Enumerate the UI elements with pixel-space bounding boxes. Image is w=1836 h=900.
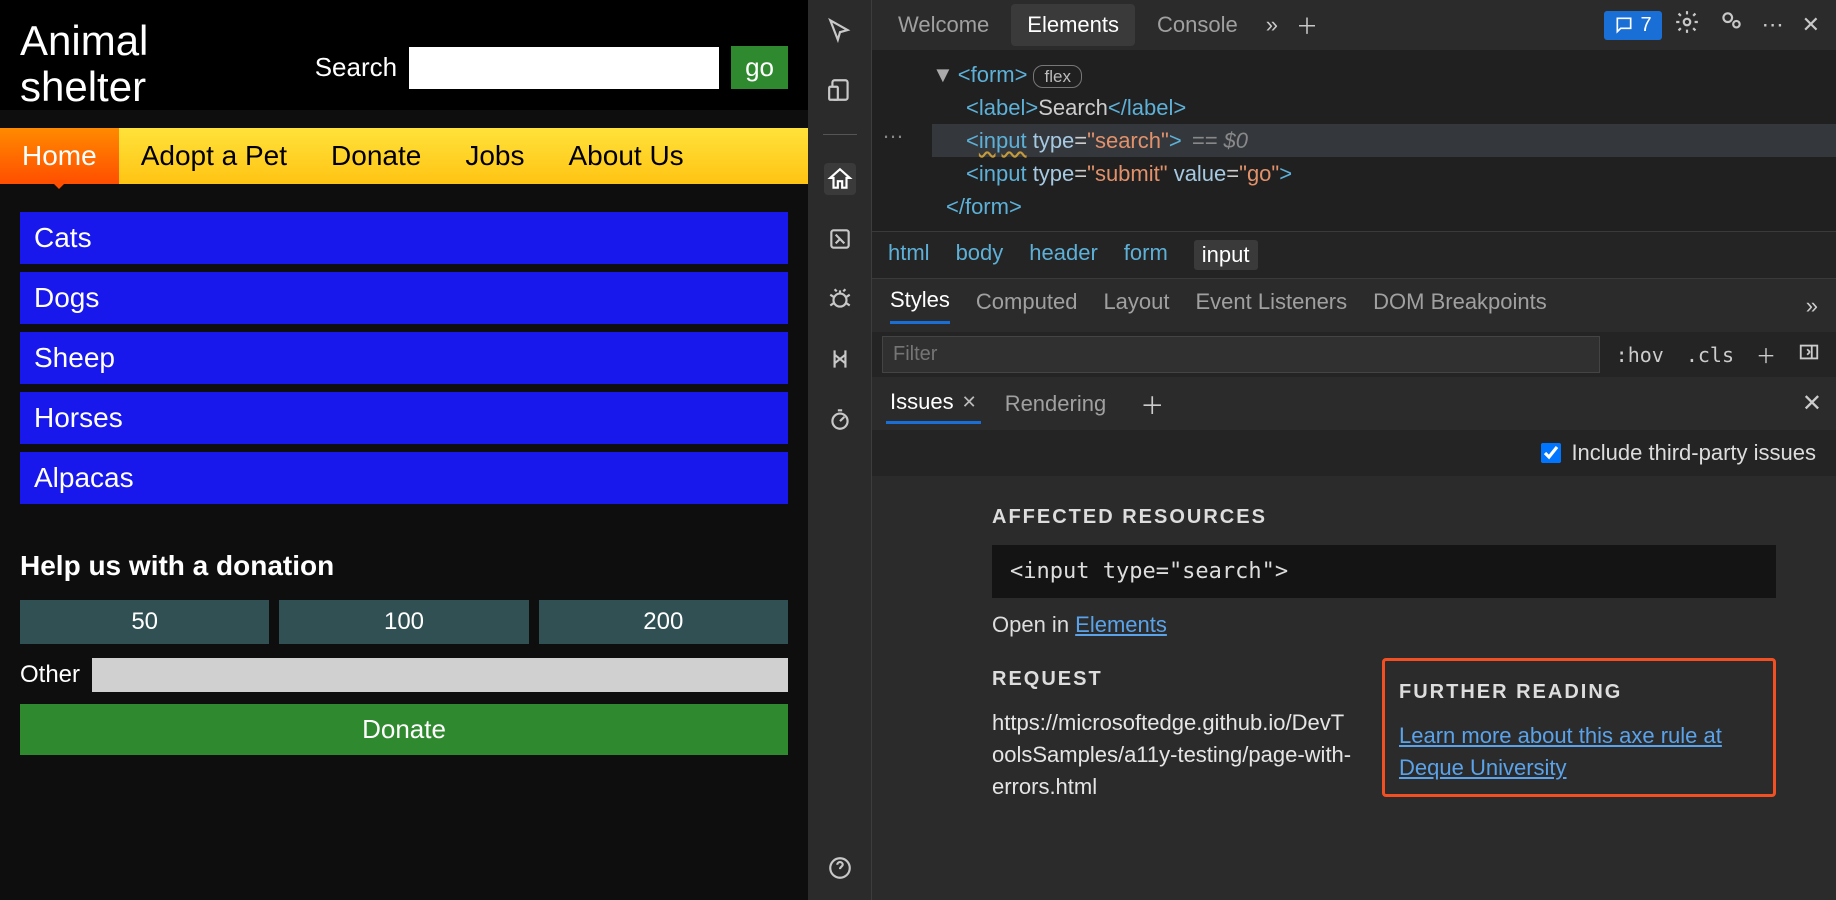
rendered-page: Animal shelter Search go Home Adopt a Pe… — [0, 0, 808, 900]
toggle-sidebar-icon[interactable] — [1792, 337, 1826, 372]
affected-code: <input type="search"> — [992, 545, 1776, 598]
crumb-html[interactable]: html — [888, 240, 930, 270]
dom-tree[interactable]: … ▼<form>flex <label>Search</label> <inp… — [872, 50, 1836, 231]
add-drawer-tab-icon[interactable]: ＋ — [1140, 386, 1164, 421]
crumb-form[interactable]: form — [1124, 240, 1168, 270]
devtools-top-tabs: Welcome Elements Console » ＋ 7 ⋯ ✕ — [872, 0, 1836, 50]
toggle-hov-button[interactable]: :hov — [1610, 339, 1670, 371]
animal-item[interactable]: Horses — [20, 392, 788, 444]
nav-jobs[interactable]: Jobs — [443, 128, 546, 184]
overflow-ellipsis: … — [882, 114, 904, 147]
flex-badge[interactable]: flex — [1033, 65, 1081, 88]
further-reading-heading: FURTHER READING — [1399, 681, 1759, 704]
bug-icon[interactable] — [824, 283, 856, 315]
other-amount-input[interactable] — [92, 658, 788, 692]
donation-amounts: 50 100 200 — [20, 600, 788, 644]
drawer-tab-rendering[interactable]: Rendering — [1001, 385, 1111, 423]
close-drawer-icon[interactable]: ✕ — [1802, 389, 1822, 418]
settings-icon[interactable] — [1668, 5, 1706, 45]
subtab-styles[interactable]: Styles — [890, 287, 950, 324]
search-label: Search — [315, 52, 397, 83]
issues-count: 7 — [1640, 14, 1651, 37]
home-icon[interactable] — [824, 163, 856, 195]
more-options-icon[interactable]: ⋯ — [1756, 8, 1790, 42]
crumb-body[interactable]: body — [956, 240, 1004, 270]
third-party-checkbox[interactable] — [1541, 443, 1561, 463]
subtab-computed[interactable]: Computed — [976, 289, 1078, 323]
further-reading-box: FURTHER READING Learn more about this ax… — [1382, 658, 1776, 797]
amount-option[interactable]: 50 — [20, 600, 269, 644]
animal-item[interactable]: Alpacas — [20, 452, 788, 504]
add-style-rule-icon[interactable]: ＋ — [1750, 336, 1782, 373]
styles-filter-row: :hov .cls ＋ — [872, 332, 1836, 377]
donation-other-row: Other — [20, 658, 788, 692]
styles-subtabs: Styles Computed Layout Event Listeners D… — [872, 279, 1836, 332]
drawer-tabs: Issues ✕ Rendering ＋ ✕ — [872, 377, 1836, 430]
page-header: Animal shelter Search go — [0, 0, 808, 110]
close-devtools-icon[interactable]: ✕ — [1796, 8, 1826, 42]
styles-filter-input[interactable] — [882, 336, 1600, 373]
help-icon[interactable] — [824, 852, 856, 884]
crumb-header[interactable]: header — [1029, 240, 1098, 270]
subtab-event-listeners[interactable]: Event Listeners — [1196, 289, 1348, 323]
third-party-label: Include third-party issues — [1571, 440, 1816, 466]
crumb-input[interactable]: input — [1194, 240, 1258, 270]
animal-item[interactable]: Dogs — [20, 272, 788, 324]
open-in-elements-link[interactable]: Elements — [1075, 612, 1167, 637]
accessibility-icon[interactable] — [824, 223, 856, 255]
performance-icon[interactable] — [824, 403, 856, 435]
third-party-toggle-row: Include third-party issues — [872, 430, 1836, 476]
devtools-toolstrip — [808, 0, 872, 900]
more-tabs-icon[interactable]: » — [1260, 8, 1284, 42]
affected-resources-heading: AFFECTED RESOURCES — [992, 506, 1776, 529]
tab-welcome[interactable]: Welcome — [882, 4, 1005, 46]
subtab-layout[interactable]: Layout — [1103, 289, 1169, 323]
site-title-line1: Animal — [20, 17, 148, 64]
device-emulation-icon[interactable] — [824, 74, 856, 106]
devtools: Welcome Elements Console » ＋ 7 ⋯ ✕ … ▼<f… — [808, 0, 1836, 900]
inspect-element-icon[interactable] — [824, 14, 856, 46]
animal-list: Cats Dogs Sheep Horses Alpacas — [20, 212, 788, 504]
network-icon[interactable] — [824, 343, 856, 375]
devtools-main: Welcome Elements Console » ＋ 7 ⋯ ✕ … ▼<f… — [872, 0, 1836, 900]
search-input[interactable] — [409, 47, 719, 89]
subtab-dom-breakpoints[interactable]: DOM Breakpoints — [1373, 289, 1547, 323]
toggle-cls-button[interactable]: .cls — [1680, 339, 1740, 371]
drawer-tab-issues[interactable]: Issues ✕ — [886, 383, 981, 424]
tab-elements[interactable]: Elements — [1011, 4, 1135, 46]
donate-button[interactable]: Donate — [20, 704, 788, 755]
animal-item[interactable]: Sheep — [20, 332, 788, 384]
main-nav: Home Adopt a Pet Donate Jobs About Us — [0, 128, 808, 184]
amount-option[interactable]: 200 — [539, 600, 788, 644]
further-reading-link[interactable]: Learn more about this axe rule at Deque … — [1399, 723, 1722, 780]
page-content: Cats Dogs Sheep Horses Alpacas Help us w… — [0, 184, 808, 783]
request-url: https://microsoftedge.github.io/DevTools… — [992, 707, 1352, 803]
animal-item[interactable]: Cats — [20, 212, 788, 264]
open-in-elements: Open in Elements — [992, 612, 1776, 638]
nav-about[interactable]: About Us — [547, 128, 706, 184]
site-title: Animal shelter — [20, 18, 200, 110]
site-title-line2: shelter — [20, 63, 146, 110]
request-heading: REQUEST — [992, 668, 1352, 691]
issue-details[interactable]: AFFECTED RESOURCES <input type="search">… — [872, 476, 1836, 900]
other-label: Other — [20, 661, 80, 689]
search-submit-button[interactable]: go — [731, 46, 788, 89]
tab-console[interactable]: Console — [1141, 4, 1254, 46]
dom-breadcrumb: html body header form input — [872, 231, 1836, 279]
more-subtabs-icon[interactable]: » — [1806, 293, 1818, 319]
amount-option[interactable]: 100 — [279, 600, 528, 644]
donation-heading: Help us with a donation — [20, 550, 788, 582]
donation-section: Help us with a donation 50 100 200 Other… — [20, 550, 788, 755]
nav-adopt[interactable]: Adopt a Pet — [119, 128, 309, 184]
add-tab-icon[interactable]: ＋ — [1290, 5, 1324, 45]
close-issues-tab-icon[interactable]: ✕ — [962, 392, 977, 413]
feedback-icon[interactable] — [1712, 5, 1750, 45]
issues-badge[interactable]: 7 — [1604, 11, 1661, 40]
toolstrip-divider — [823, 134, 857, 135]
nav-donate[interactable]: Donate — [309, 128, 443, 184]
search-form: Search go — [315, 46, 788, 89]
nav-home[interactable]: Home — [0, 128, 119, 184]
selected-dom-node[interactable]: <input type="search">== $0 — [932, 124, 1836, 157]
